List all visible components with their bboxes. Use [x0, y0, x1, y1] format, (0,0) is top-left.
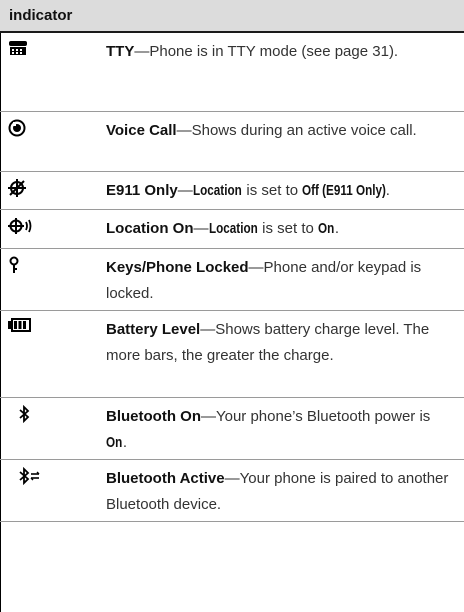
table-row-keys-locked: Keys/Phone Locked—Phone and/or keypad is… — [0, 249, 464, 311]
row-title: Voice Call — [106, 122, 177, 139]
setting-value: On — [106, 434, 123, 451]
row-title: Bluetooth On — [106, 408, 201, 425]
table-row-e911-only: E911 Only—Location is set to Off (E911 O… — [0, 172, 464, 210]
keys-locked-icon — [8, 256, 34, 278]
row-text: Bluetooth On—Your phone’s Bluetooth powe… — [106, 404, 451, 456]
setting-name: Location — [208, 220, 258, 237]
row-desc: Phone is in TTY mode (see page 31). — [149, 43, 399, 60]
setting-value: On — [318, 220, 335, 237]
e911-only-icon — [8, 179, 34, 201]
row-text: Location On—Location is set to On. — [106, 216, 451, 242]
indicator-table: indicator TTY—Phone is in TTY mode (see … — [0, 0, 464, 612]
setting-value: Off (E911 Only) — [302, 182, 387, 199]
table-row-bluetooth-on: Bluetooth On—Your phone’s Bluetooth powe… — [0, 398, 464, 460]
table-header: indicator — [0, 0, 464, 33]
row-title: Keys/Phone Locked — [106, 259, 249, 276]
row-text: Bluetooth Active—Your phone is paired to… — [106, 470, 449, 513]
row-text: Battery Level—Shows battery charge level… — [106, 321, 430, 364]
row-text: TTY—Phone is in TTY mode (see page 31). — [106, 43, 399, 60]
row-title: Battery Level — [106, 321, 201, 338]
row-title: Bluetooth Active — [106, 470, 225, 487]
setting-name: Location — [192, 182, 242, 199]
table-row-voice-call: Voice Call—Shows during an active voice … — [0, 112, 464, 172]
row-title: Location On — [106, 220, 194, 237]
row-text: Keys/Phone Locked—Phone and/or keypad is… — [106, 259, 422, 302]
table-row-bluetooth-active: Bluetooth Active—Your phone is paired to… — [0, 460, 464, 522]
location-on-icon — [8, 217, 34, 239]
bluetooth-active-icon — [18, 467, 44, 489]
table-row-tty: TTY—Phone is in TTY mode (see page 31). — [0, 33, 464, 112]
battery-level-icon — [8, 318, 34, 340]
row-desc: Shows during an active voice call. — [191, 122, 417, 139]
table-row-battery-level: Battery Level—Shows battery charge level… — [0, 311, 464, 398]
voice-call-icon — [8, 119, 34, 141]
bluetooth-on-icon — [18, 405, 44, 427]
row-text: E911 Only—Location is set to Off (E911 O… — [106, 178, 451, 204]
table-row-location-on: Location On—Location is set to On. — [0, 210, 464, 249]
row-title: TTY — [106, 43, 135, 60]
tty-icon — [8, 40, 34, 62]
header-title: indicator — [9, 7, 73, 24]
row-title: E911 Only — [106, 182, 178, 199]
row-text: Voice Call—Shows during an active voice … — [106, 122, 417, 139]
